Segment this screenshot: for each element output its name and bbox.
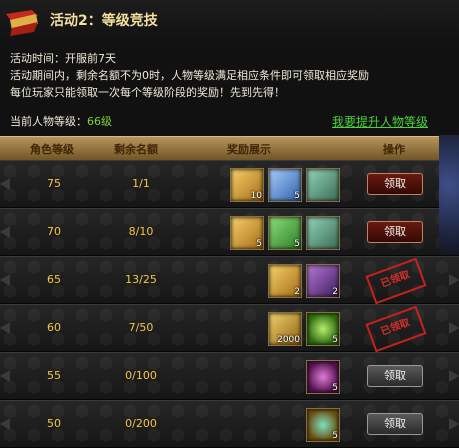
row-count: 8/10 bbox=[128, 225, 154, 238]
col-reward: 奖励展示 bbox=[227, 143, 271, 156]
scroll-icon[interactable]: 2 bbox=[268, 264, 302, 298]
row-count: 0/200 bbox=[125, 417, 157, 430]
current-level-label: 当前人物等级： bbox=[10, 115, 87, 128]
current-level-value: 66级 bbox=[87, 115, 112, 128]
row-count: 7/50 bbox=[128, 321, 154, 334]
ticket-green-icon[interactable]: 5 bbox=[268, 216, 302, 250]
table-row: 65 13/25 2 2 已领取 bbox=[0, 256, 459, 305]
ticket-icon[interactable]: 5 bbox=[268, 168, 302, 202]
row-level: 55 bbox=[47, 369, 61, 382]
scroll-icon[interactable]: 5 bbox=[230, 216, 264, 250]
item-quantity: 5 bbox=[256, 239, 262, 249]
claim-button[interactable]: 领取 bbox=[367, 173, 423, 195]
col-action: 操作 bbox=[383, 143, 405, 156]
claim-button[interactable]: 领取 bbox=[367, 413, 423, 435]
table-row: 55 0/100 5 领取 bbox=[0, 352, 459, 400]
chest-icon[interactable] bbox=[306, 216, 340, 250]
upgrade-level-link[interactable]: 我要提升人物等级 bbox=[332, 113, 428, 130]
item-quantity: 2 bbox=[294, 287, 300, 297]
row-level: 50 bbox=[47, 417, 61, 430]
event-desc-1: 活动期间内，剩余名额不为0时，人物等级满足相应条件即可领取相应奖励 bbox=[10, 69, 369, 82]
chest-icon[interactable] bbox=[306, 168, 340, 202]
row-count: 0/100 bbox=[125, 369, 157, 382]
item-quantity: 5 bbox=[332, 431, 338, 441]
claim-button[interactable]: 领取 bbox=[367, 221, 423, 243]
item-quantity: 2 bbox=[332, 287, 338, 297]
table-row: 75 1/1 10 5 领取 bbox=[0, 160, 459, 208]
pouch-icon[interactable]: 5 bbox=[306, 360, 340, 394]
col-level: 角色等级 bbox=[30, 143, 74, 156]
row-count: 1/1 bbox=[132, 177, 150, 190]
current-level: 当前人物等级：66级 bbox=[10, 113, 112, 129]
col-count: 剩余名额 bbox=[114, 143, 158, 156]
orb-icon[interactable]: 5 bbox=[306, 312, 340, 346]
table-row: 70 8/10 5 5 领取 bbox=[0, 208, 459, 256]
bag-icon[interactable]: 2 bbox=[306, 264, 340, 298]
item-quantity: 2000 bbox=[277, 335, 300, 345]
event-time: 活动时间：开服前7天 bbox=[10, 52, 116, 65]
item-quantity: 5 bbox=[332, 335, 338, 345]
ring-icon[interactable]: 5 bbox=[306, 408, 340, 442]
row-count: 13/25 bbox=[125, 273, 157, 286]
row-level: 60 bbox=[47, 321, 61, 334]
page-title: 活动2：等级竞技 bbox=[50, 13, 158, 29]
item-quantity: 10 bbox=[250, 191, 262, 201]
item-quantity: 5 bbox=[332, 383, 338, 393]
item-quantity: 5 bbox=[294, 191, 300, 201]
event-header: 活动2：等级竞技 bbox=[0, 0, 459, 44]
event-panel: 活动2：等级竞技 活动时间：开服前7天 活动期间内，剩余名额不为0时，人物等级满… bbox=[0, 0, 459, 448]
row-level: 65 bbox=[47, 273, 61, 286]
table-header: 角色等级 剩余名额 奖励展示 操作 bbox=[0, 136, 459, 162]
gold-icon[interactable]: 2000 bbox=[268, 312, 302, 346]
row-level: 75 bbox=[47, 177, 61, 190]
claim-button[interactable]: 领取 bbox=[367, 365, 423, 387]
scroll-logo-icon bbox=[6, 10, 38, 36]
event-desc-2: 每位玩家只能领取一次每个等级阶段的奖励！先到先得！ bbox=[10, 86, 285, 99]
ornament-decoration bbox=[439, 135, 459, 285]
table-row: 60 7/50 2000 5 已领取 bbox=[0, 304, 459, 353]
scroll-icon[interactable]: 10 bbox=[230, 168, 264, 202]
item-quantity: 5 bbox=[294, 239, 300, 249]
row-level: 70 bbox=[47, 225, 61, 238]
